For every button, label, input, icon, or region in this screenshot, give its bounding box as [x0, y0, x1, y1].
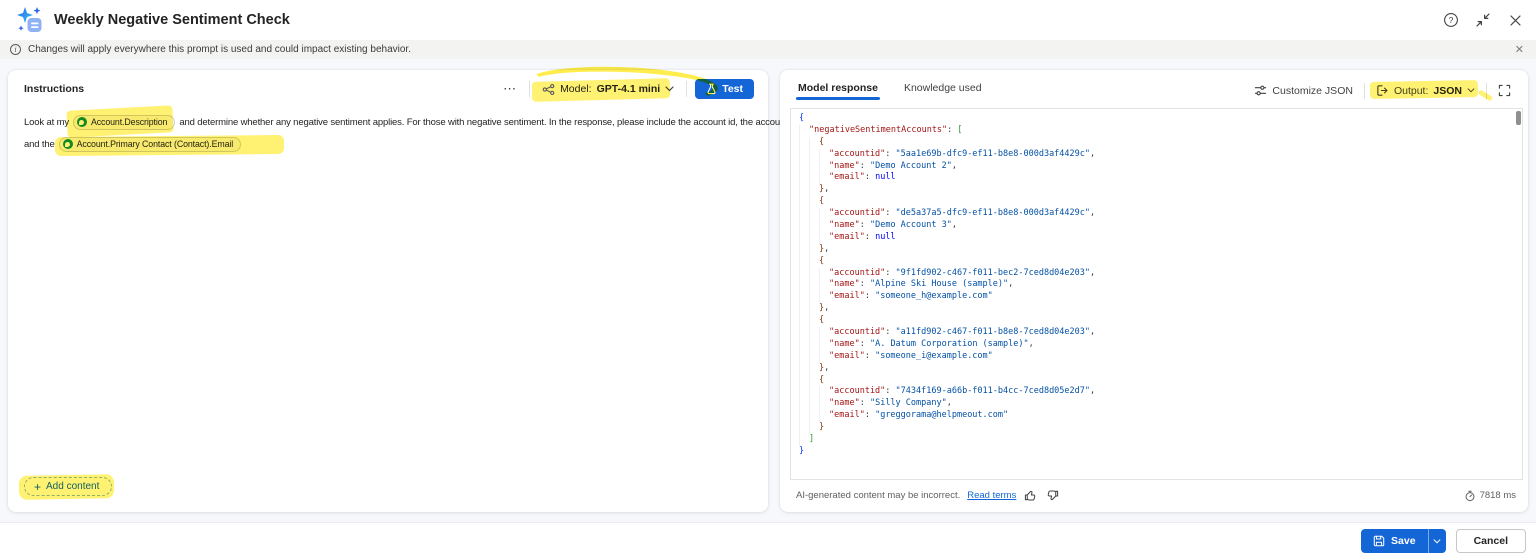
divider	[529, 81, 531, 97]
add-content-button[interactable]: + Add content	[18, 474, 115, 500]
tab-model-response[interactable]: Model response	[796, 79, 880, 102]
output-icon	[1376, 84, 1389, 97]
prompt-text-segment: Look at my	[24, 116, 69, 128]
output-format-selector[interactable]: Output: JSON	[1369, 80, 1494, 102]
dataverse-icon	[76, 117, 87, 127]
stopwatch-icon	[1464, 490, 1476, 502]
output-value: JSON	[1433, 84, 1462, 97]
response-tabs: Model response Knowledge used	[796, 79, 984, 102]
prompt-sparkle-icon	[15, 5, 45, 35]
thumbs-up-icon[interactable]	[1023, 488, 1038, 503]
save-icon	[1373, 535, 1385, 547]
model-icon	[542, 83, 555, 96]
prompt-text-segment: and the	[24, 138, 55, 150]
model-label: Model:	[560, 83, 592, 95]
dataverse-icon	[62, 139, 73, 149]
info-banner-text: Changes will apply everywhere this promp…	[28, 44, 411, 55]
save-button[interactable]: Save	[1361, 529, 1428, 553]
save-button-label: Save	[1391, 535, 1416, 547]
latency-value: 7818 ms	[1479, 490, 1516, 501]
flask-icon	[706, 83, 717, 95]
divider	[1486, 82, 1487, 99]
divider	[1363, 82, 1365, 99]
token-label: Account.Description	[90, 117, 168, 127]
close-window-icon[interactable]	[1506, 11, 1524, 29]
sliders-icon	[1254, 84, 1267, 97]
save-dropdown-button[interactable]	[1427, 529, 1446, 553]
tab-knowledge-used[interactable]: Knowledge used	[902, 79, 984, 102]
prompt-text[interactable]: Look at my Account.Description and deter…	[8, 104, 813, 156]
customize-json-button[interactable]: Customize JSON	[1251, 82, 1356, 99]
test-button-label: Test	[722, 83, 743, 95]
more-options-button[interactable]: ⋯	[499, 81, 521, 97]
save-split-button: Save	[1361, 529, 1446, 553]
help-icon[interactable]: ?	[1442, 11, 1460, 29]
model-value: GPT-4.1 mini	[596, 83, 661, 95]
prompt-text-segment: and determine whether any negative senti…	[179, 116, 814, 128]
json-code: { "negativeSentimentAccounts": [ { "acco…	[799, 113, 1096, 456]
test-button[interactable]: Test	[695, 79, 754, 99]
add-content-label: Add content	[46, 481, 100, 492]
ai-disclaimer-text: AI-generated content may be incorrect.	[796, 490, 961, 501]
banner-close-icon[interactable]: ✕	[1515, 43, 1524, 56]
model-selector[interactable]: Model: GPT-4.1 mini	[525, 63, 719, 106]
plus-icon: +	[34, 479, 42, 494]
page-title: Weekly Negative Sentiment Check	[54, 12, 290, 28]
instructions-panel-title: Instructions	[24, 83, 85, 95]
read-terms-link[interactable]: Read terms	[967, 490, 1016, 501]
collapse-window-icon[interactable]	[1474, 11, 1492, 29]
data-token-account-description[interactable]: Account.Description	[66, 104, 176, 138]
divider	[686, 81, 688, 97]
chevron-down-icon	[1467, 88, 1475, 93]
cancel-button[interactable]: Cancel	[1455, 529, 1526, 553]
window-header: Weekly Negative Sentiment Check ?	[0, 0, 1536, 40]
model-response-panel: Model response Knowledge used Customize …	[780, 70, 1528, 512]
expand-icon[interactable]	[1495, 82, 1514, 99]
json-response-editor[interactable]: { "negativeSentimentAccounts": [ { "acco…	[790, 108, 1523, 480]
info-banner: i Changes will apply everywhere this pro…	[0, 40, 1536, 59]
scrollbar-thumb[interactable]	[1516, 111, 1521, 125]
action-footer: Save Cancel	[0, 522, 1536, 559]
data-token-primary-contact-email[interactable]: Account.Primary Contact (Contact).Email	[54, 134, 284, 156]
instructions-panel: Instructions ⋯ Model: GPT-4.1 mini Test …	[8, 63, 813, 512]
output-label: Output:	[1393, 84, 1429, 97]
svg-text:?: ?	[1449, 15, 1454, 25]
thumbs-down-icon[interactable]	[1045, 488, 1060, 503]
customize-json-label: Customize JSON	[1272, 84, 1353, 97]
info-icon: i	[10, 44, 21, 55]
token-label: Account.Primary Contact (Contact).Email	[76, 139, 234, 149]
chevron-down-icon	[665, 86, 674, 92]
